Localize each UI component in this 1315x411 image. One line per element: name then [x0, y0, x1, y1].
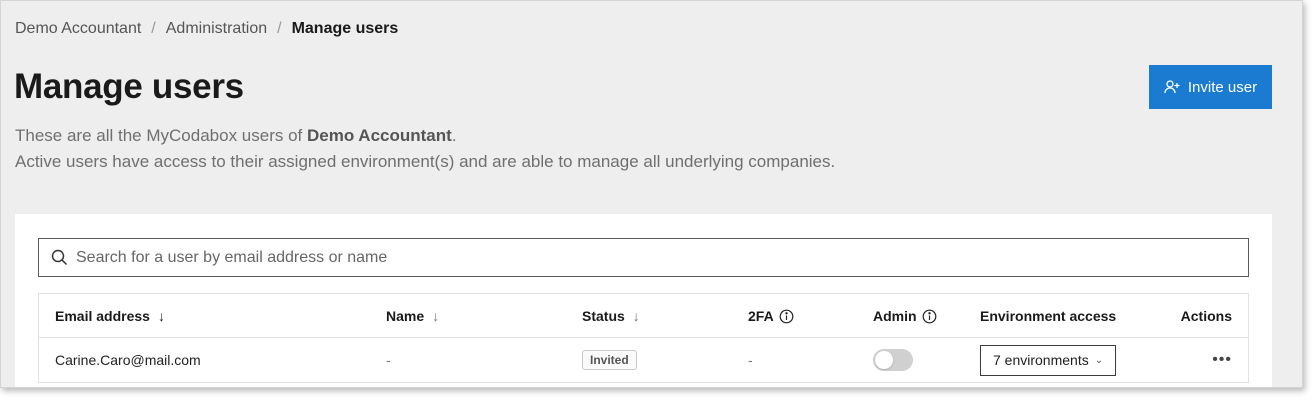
user-status-cell: Invited	[582, 338, 637, 382]
add-user-icon	[1164, 80, 1180, 94]
column-header-name-label: Name	[386, 308, 425, 324]
info-icon[interactable]	[779, 309, 794, 324]
column-header-status-label: Status	[582, 308, 625, 324]
description-line-2: Active users have access to their assign…	[15, 152, 836, 171]
search-input[interactable]	[76, 248, 1248, 267]
more-actions-icon[interactable]: •••	[1212, 351, 1232, 369]
breadcrumb-item-administration[interactable]: Administration	[166, 20, 267, 38]
user-2fa: -	[748, 352, 753, 368]
search-box[interactable]	[38, 238, 1249, 277]
sort-arrow-down-icon[interactable]: ↓	[633, 308, 640, 324]
sort-arrow-down-icon[interactable]: ↓	[432, 308, 439, 324]
users-table: Email address ↓ Name ↓ Status ↓ 2FA Admi…	[38, 293, 1249, 383]
column-header-email-label: Email address	[55, 308, 150, 324]
page-title: Manage users	[14, 67, 244, 106]
column-header-name[interactable]: Name ↓	[386, 294, 439, 338]
column-header-2fa: 2FA	[748, 294, 794, 338]
user-actions-cell: •••	[1212, 338, 1232, 382]
column-header-admin: Admin	[873, 294, 937, 338]
info-icon[interactable]	[922, 309, 937, 324]
toggle-knob	[875, 351, 893, 369]
description-suffix: .	[451, 126, 457, 145]
user-environment-cell: 7 environments ⌄	[980, 338, 1117, 382]
column-header-admin-label: Admin	[873, 308, 917, 324]
column-header-status[interactable]: Status ↓	[582, 294, 640, 338]
sort-arrow-down-icon[interactable]: ↓	[158, 308, 165, 324]
column-header-email[interactable]: Email address ↓	[55, 294, 165, 338]
column-header-2fa-label: 2FA	[748, 308, 774, 324]
app-frame: Demo Accountant / Administration / Manag…	[0, 0, 1303, 388]
users-card: Email address ↓ Name ↓ Status ↓ 2FA	[15, 214, 1272, 387]
description-prefix: These are all the MyCodabox users of	[15, 126, 307, 145]
admin-toggle[interactable]	[873, 349, 913, 371]
column-header-actions: Actions	[1180, 308, 1232, 324]
invite-user-label: Invite user	[1187, 78, 1258, 96]
table-header-row: Email address ↓ Name ↓ Status ↓ 2FA Admi…	[39, 294, 1248, 338]
user-name: -	[386, 352, 391, 368]
table-row: Carine.Caro@mail.com - Invited - 7 envir…	[39, 338, 1248, 382]
environment-access-label: 7 environments	[993, 352, 1089, 368]
description-org: Demo Accountant	[306, 126, 452, 145]
breadcrumb-separator: /	[151, 20, 156, 37]
chevron-down-icon: ⌄	[1094, 354, 1104, 366]
breadcrumb: Demo Accountant / Administration / Manag…	[15, 20, 398, 38]
breadcrumb-current: Manage users	[291, 20, 399, 37]
environment-access-dropdown[interactable]: 7 environments ⌄	[980, 344, 1117, 376]
search-icon	[51, 249, 68, 266]
status-badge: Invited	[582, 350, 637, 370]
breadcrumb-item-demo-accountant[interactable]: Demo Accountant	[15, 20, 141, 38]
description-line-1: These are all the MyCodabox users of Dem…	[15, 123, 835, 149]
breadcrumb-separator: /	[277, 20, 282, 37]
column-header-environment-access: Environment access	[980, 308, 1117, 324]
page-description: These are all the MyCodabox users of Dem…	[15, 123, 835, 175]
invite-user-button[interactable]: Invite user	[1149, 65, 1272, 109]
user-admin-cell	[873, 338, 913, 382]
user-email: Carine.Caro@mail.com	[55, 352, 201, 368]
